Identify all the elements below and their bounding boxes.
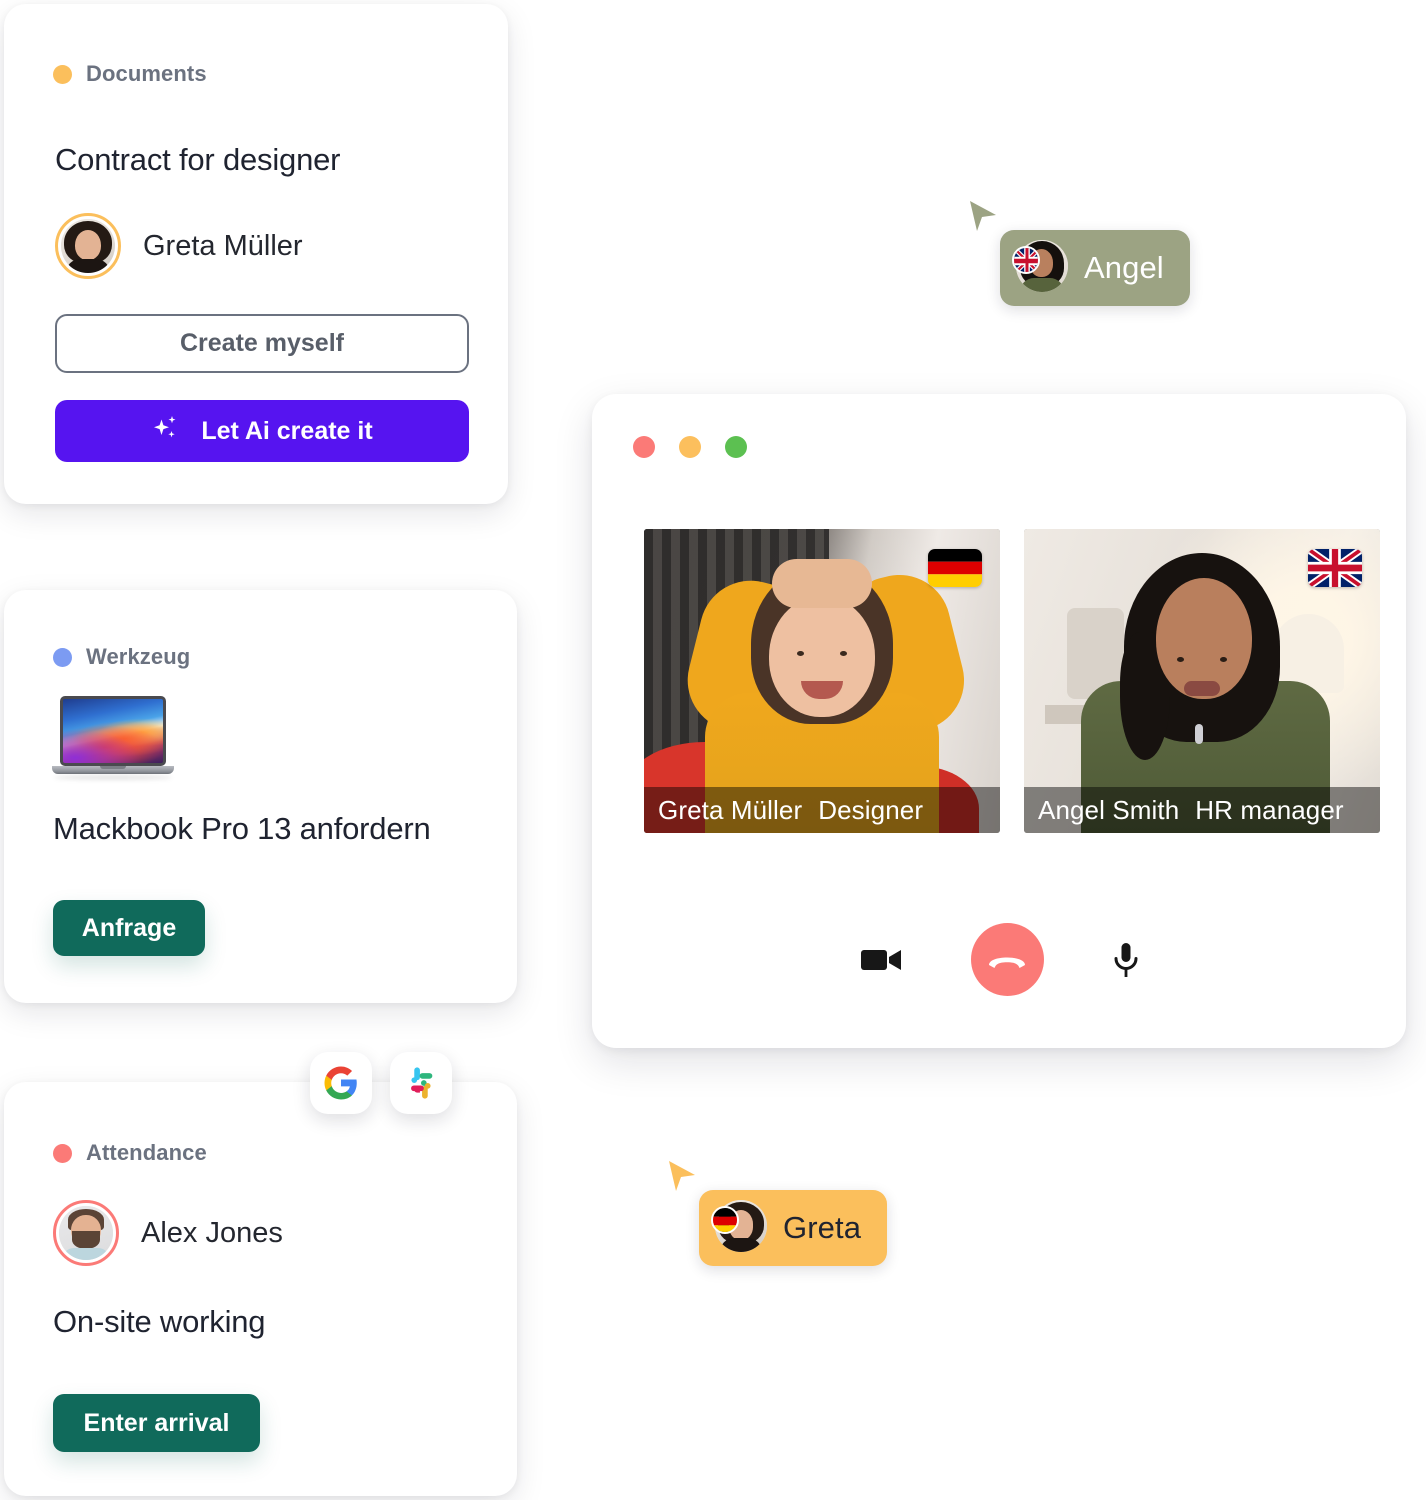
cursor-label-angel[interactable]: Angel <box>1000 230 1190 306</box>
documents-person-row: Greta Müller <box>55 213 303 279</box>
documents-card-title: Contract for designer <box>55 142 341 177</box>
cursor-avatar-angel <box>1012 240 1068 296</box>
let-ai-create-it-button[interactable]: Let Ai create it <box>55 400 469 462</box>
cursor-avatar-greta <box>711 1200 767 1256</box>
hangup-icon[interactable] <box>970 923 1044 996</box>
participant-tile[interactable]: Greta Müller Designer <box>644 529 1000 833</box>
window-traffic-lights <box>633 436 747 458</box>
sparkles-icon <box>151 412 183 451</box>
create-myself-button[interactable]: Create myself <box>55 314 469 373</box>
documents-card: Documents Contract for designer Greta Mü… <box>4 4 508 504</box>
attendance-card-tag: Attendance <box>53 1140 207 1166</box>
attendance-tag-label: Attendance <box>86 1140 207 1165</box>
create-myself-label: Create myself <box>180 329 344 357</box>
camera-icon[interactable] <box>859 943 903 977</box>
attendance-card: Attendance Alex Jones On-site working En… <box>4 1082 517 1496</box>
scene-root: Documents Contract for designer Greta Mü… <box>0 0 1426 1500</box>
participant-name: Greta Müller <box>658 794 803 825</box>
attendance-card-title: On-site working <box>53 1304 266 1339</box>
documents-person-name: Greta Müller <box>143 229 303 262</box>
macbook-pro-icon <box>52 696 174 782</box>
alex-avatar <box>53 1200 119 1266</box>
flag-de-icon <box>928 549 982 587</box>
participant-tiles: Greta Müller Designer Angel Smith HR man… <box>644 529 1380 833</box>
tool-card-title: Mackbook Pro 13 anfordern <box>53 811 431 846</box>
participant-role: HR manager <box>1195 794 1344 825</box>
cursor-arrow-icon <box>665 1158 699 1205</box>
attendance-person-name: Alex Jones <box>141 1216 283 1249</box>
cursor-arrow-icon <box>966 198 1000 245</box>
tool-tag-dot <box>53 647 72 667</box>
flag-de-icon <box>711 1206 739 1234</box>
google-icon[interactable] <box>310 1052 372 1114</box>
enter-arrival-button[interactable]: Enter arrival <box>53 1394 260 1452</box>
attendance-person-row: Alex Jones <box>53 1200 283 1266</box>
call-controls <box>592 923 1406 996</box>
participant-name-bar: Angel Smith HR manager <box>1024 787 1380 833</box>
anfrage-label: Anfrage <box>81 913 177 942</box>
anfrage-button[interactable]: Anfrage <box>53 900 205 956</box>
enter-arrival-label: Enter arrival <box>83 1408 230 1437</box>
close-button[interactable] <box>633 436 655 458</box>
documents-card-tag: Documents <box>53 61 207 87</box>
greta-avatar-image <box>61 219 115 273</box>
greta-avatar <box>55 213 121 279</box>
video-call-window: Greta Müller Designer Angel Smith HR man… <box>592 394 1406 1048</box>
cursor-name-greta: Greta <box>783 1210 862 1245</box>
maximize-button[interactable] <box>725 436 747 458</box>
participant-role: Designer <box>818 794 924 825</box>
tool-card-tag: Werkzeug <box>53 644 190 670</box>
documents-tag-label: Documents <box>86 61 207 86</box>
slack-icon[interactable] <box>390 1052 452 1114</box>
participant-tile[interactable]: Angel Smith HR manager <box>1024 529 1380 833</box>
cursor-name-angel: Angel <box>1084 250 1164 285</box>
alex-avatar-image <box>59 1206 113 1260</box>
cursor-label-greta[interactable]: Greta <box>699 1190 888 1266</box>
minimize-button[interactable] <box>679 436 701 458</box>
attendance-tag-dot <box>53 1143 72 1163</box>
flag-gb-icon <box>1308 549 1362 587</box>
integration-icons <box>310 1052 452 1114</box>
flag-gb-icon <box>1012 246 1040 274</box>
let-ai-create-it-label: Let Ai create it <box>201 416 373 445</box>
documents-tag-dot <box>53 64 72 84</box>
participant-name-bar: Greta Müller Designer <box>644 787 1000 833</box>
microphone-icon[interactable] <box>1112 941 1140 979</box>
tool-card: Werkzeug Mackbook Pro 13 anfordern Anfra… <box>4 590 517 1003</box>
participant-name: Angel Smith <box>1038 794 1180 825</box>
tool-tag-label: Werkzeug <box>86 644 191 669</box>
